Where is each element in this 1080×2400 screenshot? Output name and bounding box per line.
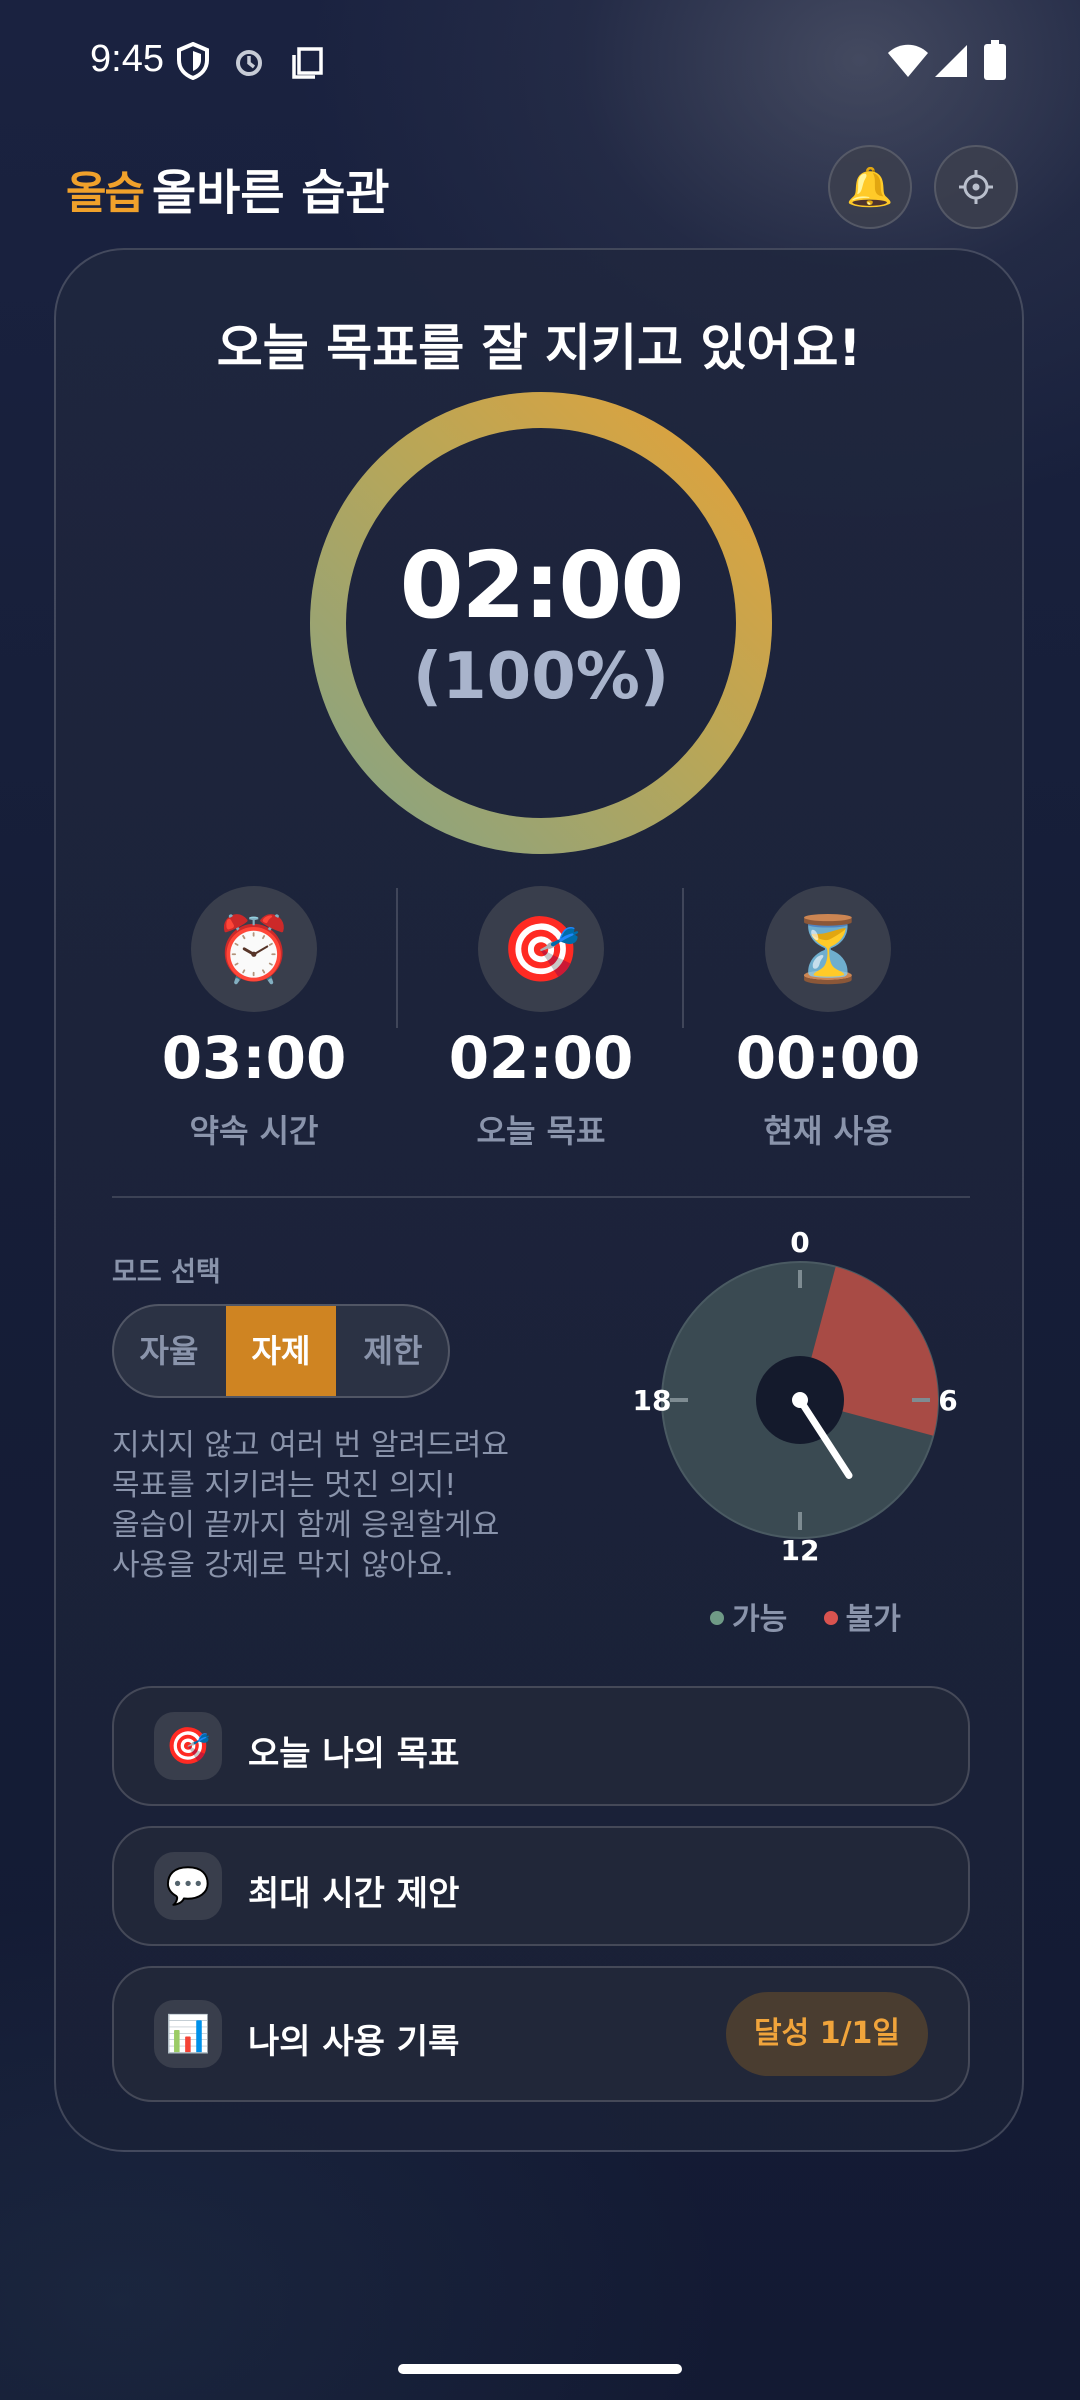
legend-dot-available xyxy=(710,1610,724,1625)
stat-value: 02:00 xyxy=(448,1024,634,1092)
stat-divider xyxy=(682,888,684,1028)
data-saver-icon xyxy=(236,50,262,76)
wifi-icon xyxy=(888,44,928,77)
mode-description-line: 목표를 지키려는 멋진 의지! xyxy=(112,1468,457,1503)
progress-percent: (100%) xyxy=(412,640,670,714)
bell-icon: 🔔 xyxy=(846,164,894,209)
today-goal-row[interactable]: 🎯 오늘 나의 목표 xyxy=(112,1686,970,1806)
mode-description-line: 올습이 끝까지 함께 응원할게요 xyxy=(112,1508,500,1543)
max-time-suggestion-row[interactable]: 💬 최대 시간 제안 xyxy=(112,1826,970,1946)
app-header: 올습 올바른 습관 🔔 xyxy=(0,135,1080,235)
speech-bubble-icon: 💬 xyxy=(154,1852,222,1920)
status-bar: 9:45 xyxy=(0,0,1080,128)
dial-label-18: 18 xyxy=(634,1384,671,1417)
action-label: 나의 사용 기록 xyxy=(248,2022,460,2062)
shield-icon xyxy=(177,42,209,80)
alarm-clock-icon: ⏰ xyxy=(191,886,317,1012)
app-logo: 올습 xyxy=(66,168,145,219)
legend-dot-unavailable xyxy=(823,1610,838,1625)
home-indicator[interactable] xyxy=(398,2364,682,2374)
stat-value: 03:00 xyxy=(161,1024,347,1092)
achievement-badge: 달성 1/1일 xyxy=(726,1992,928,2076)
target-icon: 🎯 xyxy=(478,886,604,1012)
goal-status-heading: 오늘 목표를 잘 지키고 있어요! xyxy=(216,319,862,377)
remaining-time: 02:00 xyxy=(399,532,685,639)
legend-label-available: 가능 xyxy=(732,1602,788,1637)
cellular-signal-icon xyxy=(935,45,967,77)
settings-button[interactable] xyxy=(934,145,1018,229)
stat-divider xyxy=(396,888,398,1028)
stat-label: 오늘 목표 xyxy=(476,1112,606,1150)
time-dial: 0 6 12 18 xyxy=(633,1222,964,1572)
screen-copy-icon xyxy=(292,47,323,79)
action-label: 오늘 나의 목표 xyxy=(248,1734,460,1774)
dial-label-0: 0 xyxy=(790,1226,809,1259)
stat-label: 현재 사용 xyxy=(763,1112,893,1150)
gear-icon xyxy=(959,170,993,204)
battery-icon xyxy=(984,40,1006,80)
main-card: 오늘 목표를 잘 지키고 있어요! 02:00 (100%) ⏰ 03:00 약… xyxy=(54,248,1024,2152)
action-label: 최대 시간 제안 xyxy=(248,1874,460,1914)
mode-title: 모드 선택 xyxy=(112,1257,221,1288)
progress-ring: 02:00 (100%) xyxy=(310,392,772,854)
dial-hand-pivot xyxy=(792,1392,808,1408)
mode-option-restrict[interactable]: 제한 xyxy=(338,1306,448,1396)
app-title: 올바른 습관 xyxy=(152,165,390,221)
legend-label-unavailable: 불가 xyxy=(845,1602,901,1637)
stat-value: 00:00 xyxy=(735,1024,921,1092)
dial-legend: 가능 불가 xyxy=(710,1594,930,1638)
mode-description-line: 사용을 강제로 막지 않아요. xyxy=(112,1548,454,1583)
mode-selector: 자율 자제 제한 xyxy=(112,1304,450,1398)
stat-current-usage: ⏳ 00:00 현재 사용 xyxy=(698,886,958,1152)
section-divider xyxy=(112,1196,970,1198)
hourglass-icon: ⏳ xyxy=(765,886,891,1012)
usage-history-row[interactable]: 📊 나의 사용 기록 달성 1/1일 xyxy=(112,1966,970,2102)
dial-label-12: 12 xyxy=(781,1534,820,1567)
mode-option-restraint[interactable]: 자제 xyxy=(226,1306,336,1396)
mode-option-autonomous[interactable]: 자율 xyxy=(114,1306,224,1396)
stat-today-goal: 🎯 02:00 오늘 목표 xyxy=(411,886,671,1152)
mode-description: 지치지 않고 여러 번 알려드려요 목표를 지키려는 멋진 의지! 올습이 끝까… xyxy=(112,1426,509,1586)
notification-button[interactable]: 🔔 xyxy=(828,145,912,229)
dial-label-6: 6 xyxy=(938,1384,957,1417)
stat-promise-time: ⏰ 03:00 약속 시간 xyxy=(124,886,384,1152)
status-time: 9:45 xyxy=(90,38,164,80)
stat-label: 약속 시간 xyxy=(189,1112,319,1150)
mode-description-line: 지치지 않고 여러 번 알려드려요 xyxy=(112,1428,509,1463)
target-icon: 🎯 xyxy=(154,1712,222,1780)
bar-chart-icon: 📊 xyxy=(154,2000,222,2068)
